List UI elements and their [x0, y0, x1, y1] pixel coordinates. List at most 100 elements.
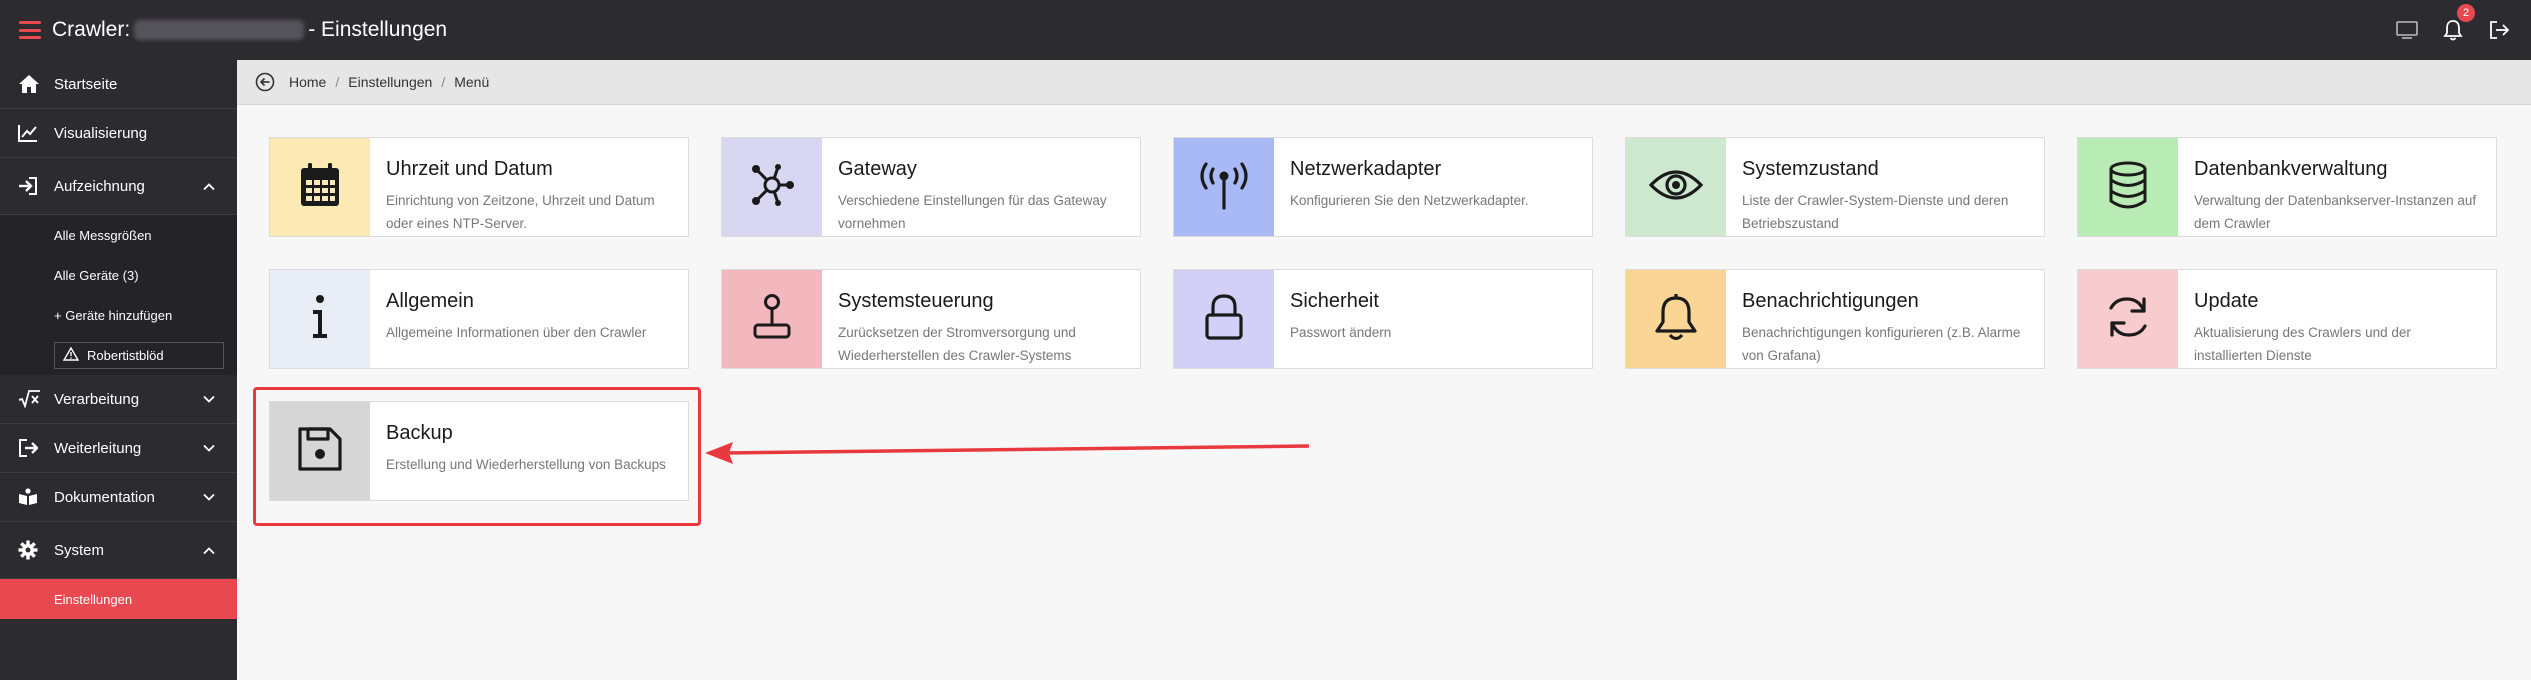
card-title: Netzwerkadapter — [1290, 158, 1442, 180]
card-netzwerkadapter[interactable]: Netzwerkadapter Konfigurieren Sie den Ne… — [1173, 137, 1593, 237]
sidebar-item-label: Visualisierung — [54, 124, 148, 142]
card-title: Allgemein — [386, 290, 474, 312]
sidebar-item-label: Weiterleitung — [54, 439, 142, 457]
sidebar: Startseite Visualisierung Aufzeichnung A… — [0, 60, 237, 680]
home-icon — [18, 74, 50, 94]
card-update[interactable]: Update Aktualisierung des Crawlers und d… — [2077, 269, 2497, 369]
breadcrumb-einstellungen[interactable]: Einstellungen — [348, 74, 432, 90]
card-icon-tile — [270, 138, 370, 236]
book-icon — [18, 488, 50, 506]
database-icon — [2108, 161, 2148, 214]
sqrt-icon — [18, 390, 50, 408]
sidebar-item-system[interactable]: System — [0, 522, 237, 579]
sidebar-item-startseite[interactable]: Startseite — [0, 60, 237, 109]
menu-toggle-icon[interactable] — [19, 21, 41, 39]
card-allgemein[interactable]: Allgemein Allgemeine Informationen über … — [269, 269, 689, 369]
logout-icon[interactable] — [2485, 16, 2513, 44]
sidebar-item-label: Dokumentation — [54, 488, 155, 506]
joystick-icon — [752, 293, 792, 346]
card-icon-tile — [1174, 138, 1274, 236]
sidebar-item-dokumentation[interactable]: Dokumentation — [0, 473, 237, 522]
floppy-icon — [297, 426, 343, 477]
card-systemsteuerung[interactable]: Systemsteuerung Zurücksetzen der Stromve… — [721, 269, 1141, 369]
chevron-up-icon — [203, 542, 215, 559]
card-icon-tile — [1626, 270, 1726, 368]
card-title: Systemzustand — [1742, 158, 1879, 180]
card-benachrichtigungen[interactable]: Benachrichtigungen Benachrichtigungen ko… — [1625, 269, 2045, 369]
card-title: Datenbankverwaltung — [2194, 158, 2388, 180]
lock-icon — [1204, 293, 1244, 346]
sidebar-item-visualisierung[interactable]: Visualisierung — [0, 109, 237, 158]
system-submenu: Einstellungen — [0, 579, 237, 619]
card-description: Liste der Crawler-System-Dienste und der… — [1742, 193, 2009, 231]
sidebar-subitem-alle-messgroessen[interactable]: Alle Messgrößen — [0, 215, 237, 255]
device-entry: Robertistblöd — [54, 341, 224, 369]
bell-icon[interactable]: 2 — [2439, 4, 2475, 44]
card-title: Backup — [386, 422, 453, 444]
back-icon[interactable] — [255, 71, 277, 93]
card-title: Systemsteuerung — [838, 290, 994, 312]
antenna-icon — [1196, 160, 1252, 215]
chevron-down-icon — [203, 391, 215, 408]
sidebar-subitem-einstellungen[interactable]: Einstellungen — [0, 579, 237, 619]
card-description: Verwaltung der Datenbankserver-Instanzen… — [2194, 193, 2477, 231]
warning-icon — [62, 346, 80, 364]
card-systemzustand[interactable]: Systemzustand Liste der Crawler-System-D… — [1625, 137, 2045, 237]
card-description: Benachrichtigungen konfigurieren (z.B. A… — [1742, 325, 2021, 363]
hub-icon — [748, 163, 796, 212]
main-content: Home / Einstellungen / Menü Uhrzeit und … — [237, 60, 2531, 680]
card-title: Benachrichtigungen — [1742, 290, 1919, 312]
card-gateway[interactable]: Gateway Verschiedene Einstellungen für d… — [721, 137, 1141, 237]
chevron-down-icon — [203, 440, 215, 457]
card-icon-tile — [270, 270, 370, 368]
redacted-device-name — [134, 20, 305, 40]
card-icon-tile — [722, 270, 822, 368]
subitem-label: Einstellungen — [54, 591, 133, 607]
card-description: Passwort ändern — [1290, 325, 1392, 340]
sidebar-item-verarbeitung[interactable]: Verarbeitung — [0, 375, 237, 424]
sidebar-subitem-geraete-hinzufuegen[interactable]: + Geräte hinzufügen — [0, 295, 237, 335]
sidebar-item-label: Verarbeitung — [54, 390, 140, 408]
card-backup[interactable]: Backup Erstellung und Wiederherstellung … — [269, 401, 689, 501]
app-title-prefix: Crawler: — [52, 18, 131, 41]
calendar-icon — [299, 162, 341, 213]
subitem-label: + Geräte hinzufügen — [54, 307, 173, 323]
chevron-down-icon — [203, 489, 215, 506]
chart-line-icon — [18, 124, 50, 142]
sidebar-item-label: System — [54, 541, 105, 559]
app-title-suffix: - Einstellungen — [308, 18, 448, 41]
eye-icon — [1648, 167, 1704, 208]
sidebar-subitem-alle-geraete[interactable]: Alle Geräte (3) — [0, 255, 237, 295]
card-sicherheit[interactable]: Sicherheit Passwort ändern — [1173, 269, 1593, 369]
chevron-up-icon — [203, 178, 215, 195]
card-title: Sicherheit — [1290, 290, 1379, 312]
card-datenbankverwaltung[interactable]: Datenbankverwaltung Verwaltung der Daten… — [2077, 137, 2497, 237]
card-icon-tile — [2078, 270, 2178, 368]
info-icon — [309, 294, 331, 345]
sidebar-item-weiterleitung[interactable]: Weiterleitung — [0, 424, 237, 473]
card-title: Uhrzeit und Datum — [386, 158, 553, 180]
card-icon-tile — [722, 138, 822, 236]
breadcrumb-home[interactable]: Home — [289, 74, 326, 90]
breadcrumb: Home / Einstellungen / Menü — [237, 60, 2531, 105]
settings-grid: Uhrzeit und Datum Einrichtung von Zeitzo… — [269, 137, 2497, 501]
card-description: Allgemeine Informationen über den Crawle… — [386, 325, 647, 340]
sidebar-item-aufzeichnung[interactable]: Aufzeichnung — [0, 158, 237, 215]
sidebar-item-label: Aufzeichnung — [54, 177, 145, 195]
breadcrumb-separator: / — [335, 74, 340, 90]
page-title: Crawler: - Einstellungen — [52, 18, 447, 42]
card-icon-tile — [1626, 138, 1726, 236]
card-uhrzeit-und-datum[interactable]: Uhrzeit und Datum Einrichtung von Zeitzo… — [269, 137, 689, 237]
card-description: Konfigurieren Sie den Netzwerkadapter. — [1290, 193, 1529, 208]
card-icon-tile — [270, 402, 370, 500]
card-title: Update — [2194, 290, 2259, 312]
card-description: Einrichtung von Zeitzone, Uhrzeit und Da… — [386, 193, 655, 231]
sign-out-icon — [18, 438, 50, 458]
monitor-icon[interactable] — [2393, 16, 2421, 44]
breadcrumb-current: Menü — [454, 74, 490, 90]
refresh-icon — [2105, 294, 2151, 345]
card-title: Gateway — [838, 158, 917, 180]
aufzeichnung-submenu: Alle Messgrößen Alle Geräte (3) + Geräte… — [0, 215, 237, 375]
sidebar-subitem-device[interactable]: Robertistblöd — [0, 335, 237, 375]
sign-in-icon — [18, 176, 50, 196]
